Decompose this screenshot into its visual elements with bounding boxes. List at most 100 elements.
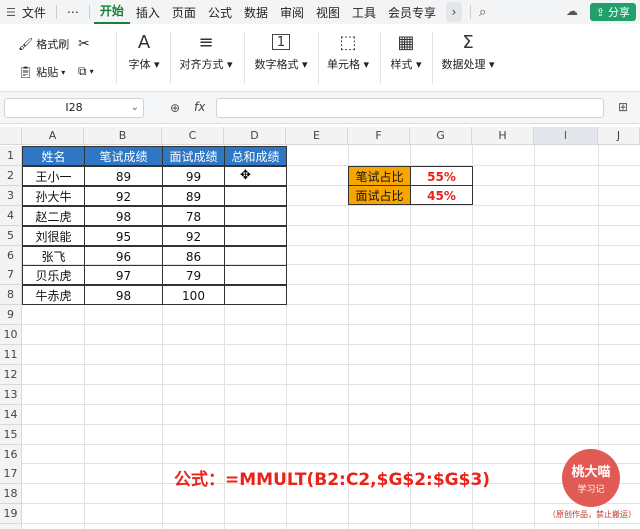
fx-icon[interactable]: fx bbox=[194, 100, 205, 114]
written-score-cell[interactable]: 92 bbox=[84, 185, 163, 206]
row-header[interactable]: 1 bbox=[0, 146, 22, 166]
column-header-d[interactable]: D bbox=[224, 127, 286, 145]
interview-score-cell[interactable]: 86 bbox=[162, 245, 225, 266]
written-score-cell[interactable]: 97 bbox=[84, 265, 163, 286]
row-header[interactable]: 9 bbox=[0, 305, 22, 326]
row-header[interactable]: 7 bbox=[0, 265, 22, 286]
column-header-h[interactable]: H bbox=[472, 127, 534, 145]
spreadsheet-grid[interactable]: A B C D E F G H I J 1 2 3 4 5 6 7 8 9 10 11 12 13 14 1… bbox=[0, 127, 640, 529]
written-score-cell[interactable]: 96 bbox=[84, 245, 163, 266]
total-score-cell[interactable] bbox=[224, 225, 287, 246]
weight-label-interview[interactable]: 面试占比 bbox=[348, 185, 411, 205]
tab-member[interactable]: 会员专享 bbox=[382, 4, 442, 21]
font-group[interactable]: A 字体 ▾ bbox=[124, 28, 164, 88]
tab-page[interactable]: 页面 bbox=[166, 4, 202, 21]
weight-label-written[interactable]: 笔试占比 bbox=[348, 166, 411, 186]
name-box[interactable]: I28 ⌄ bbox=[4, 98, 144, 118]
column-header-f[interactable]: F bbox=[348, 127, 410, 145]
written-score-cell[interactable]: 98 bbox=[84, 205, 163, 226]
row-header[interactable]: 13 bbox=[0, 384, 22, 405]
data-processing-group[interactable]: Σ 数据处理 ▾ bbox=[438, 28, 498, 88]
interview-score-cell[interactable]: 92 bbox=[162, 225, 225, 246]
total-score-cell[interactable] bbox=[224, 265, 287, 286]
name-cell[interactable]: 刘很能 bbox=[22, 225, 85, 246]
weight-value-written[interactable]: 55% bbox=[410, 166, 473, 186]
row-header[interactable]: 20 bbox=[0, 524, 22, 529]
total-score-cell[interactable] bbox=[224, 165, 287, 186]
cloud-sync-icon[interactable]: ☁ bbox=[566, 4, 578, 18]
total-score-cell[interactable] bbox=[224, 285, 287, 306]
row-header[interactable]: 16 bbox=[0, 444, 22, 465]
tab-home[interactable]: 开始 bbox=[93, 0, 130, 24]
column-header-c[interactable]: C bbox=[162, 127, 224, 145]
total-score-cell[interactable] bbox=[224, 245, 287, 266]
search-icon[interactable]: ⌕ bbox=[479, 5, 486, 20]
interview-score-cell[interactable]: 99 bbox=[162, 165, 225, 186]
style-group[interactable]: ▦ 样式 ▾ bbox=[386, 28, 426, 88]
interview-score-cell[interactable]: 89 bbox=[162, 185, 225, 206]
row-header[interactable]: 18 bbox=[0, 484, 22, 505]
total-score-cell[interactable] bbox=[224, 185, 287, 206]
row-header[interactable]: 11 bbox=[0, 345, 22, 365]
row-header[interactable]: 17 bbox=[0, 464, 22, 485]
copy-button[interactable]: ⧉ ▾ bbox=[78, 64, 94, 79]
paste-button[interactable]: 📋︎ 粘贴 ▾ bbox=[18, 64, 65, 80]
tab-insert[interactable]: 插入 bbox=[130, 4, 166, 21]
row-header[interactable]: 14 bbox=[0, 404, 22, 425]
column-header-a[interactable]: A bbox=[22, 127, 84, 145]
name-cell[interactable]: 牛赤虎 bbox=[22, 285, 85, 306]
menu-hamburger-icon[interactable]: ☰ bbox=[6, 6, 16, 19]
written-score-cell[interactable]: 95 bbox=[84, 225, 163, 246]
zoom-icon[interactable]: ⊕ bbox=[170, 101, 180, 115]
format-painter-button[interactable]: 🖌︎ 格式刷 bbox=[18, 36, 69, 52]
row-header[interactable]: 6 bbox=[0, 245, 22, 266]
name-cell[interactable]: 孙大牛 bbox=[22, 185, 85, 206]
row-header[interactable]: 19 bbox=[0, 504, 22, 525]
total-score-cell[interactable] bbox=[224, 205, 287, 226]
tab-review[interactable]: 审阅 bbox=[274, 4, 310, 21]
interview-score-cell[interactable]: 79 bbox=[162, 265, 225, 286]
cut-icon[interactable]: ✂ bbox=[78, 36, 90, 52]
row-header[interactable]: 8 bbox=[0, 285, 22, 306]
row-header[interactable]: 4 bbox=[0, 205, 22, 226]
written-score-cell[interactable]: 98 bbox=[84, 285, 163, 306]
column-header-e[interactable]: E bbox=[286, 127, 348, 145]
name-cell[interactable]: 王小一 bbox=[22, 165, 85, 186]
tab-data[interactable]: 数据 bbox=[238, 4, 274, 21]
written-score-cell[interactable]: 89 bbox=[84, 165, 163, 186]
alignment-group[interactable]: ≡ 对齐方式 ▾ bbox=[176, 28, 236, 88]
header-cell-total[interactable]: 总和成绩 bbox=[224, 146, 287, 166]
number-format-group[interactable]: 1 数字格式 ▾ bbox=[250, 28, 312, 88]
menu-more[interactable]: ⋯ bbox=[61, 5, 85, 19]
tab-tools[interactable]: 工具 bbox=[346, 4, 382, 21]
header-cell-written[interactable]: 笔试成绩 bbox=[84, 146, 163, 166]
cell-group[interactable]: ⬚ 单元格 ▾ bbox=[324, 28, 372, 88]
interview-score-cell[interactable]: 100 bbox=[162, 285, 225, 306]
formula-input[interactable] bbox=[216, 98, 604, 118]
name-cell[interactable]: 赵二虎 bbox=[22, 205, 85, 226]
header-cell-name[interactable]: 姓名 bbox=[22, 146, 85, 166]
tabs-overflow-button[interactable]: › bbox=[446, 2, 463, 22]
header-cell-interview[interactable]: 面试成绩 bbox=[162, 146, 225, 166]
column-header-b[interactable]: B bbox=[84, 127, 162, 145]
chevron-down-icon[interactable]: ⌄ bbox=[131, 99, 139, 117]
row-header[interactable]: 15 bbox=[0, 424, 22, 445]
weight-value-interview[interactable]: 45% bbox=[410, 185, 473, 205]
interview-score-cell[interactable]: 78 bbox=[162, 205, 225, 226]
tab-view[interactable]: 视图 bbox=[310, 4, 346, 21]
row-header[interactable]: 10 bbox=[0, 325, 22, 346]
row-header[interactable]: 2 bbox=[0, 165, 22, 186]
menu-file[interactable]: 文件 bbox=[16, 4, 52, 21]
share-button[interactable]: ⇪ 分享 bbox=[589, 3, 636, 21]
select-all-corner[interactable] bbox=[0, 127, 22, 145]
row-header[interactable]: 3 bbox=[0, 185, 22, 206]
column-header-g[interactable]: G bbox=[410, 127, 472, 145]
name-cell[interactable]: 贝乐虎 bbox=[22, 265, 85, 286]
column-header-i[interactable]: I bbox=[534, 127, 598, 145]
name-cell[interactable]: 张飞 bbox=[22, 245, 85, 266]
row-header[interactable]: 5 bbox=[0, 225, 22, 246]
column-header-j[interactable]: J bbox=[598, 127, 640, 145]
tab-formula[interactable]: 公式 bbox=[202, 4, 238, 21]
row-header[interactable]: 12 bbox=[0, 364, 22, 385]
expand-formula-icon[interactable]: ⊞ bbox=[618, 100, 628, 114]
